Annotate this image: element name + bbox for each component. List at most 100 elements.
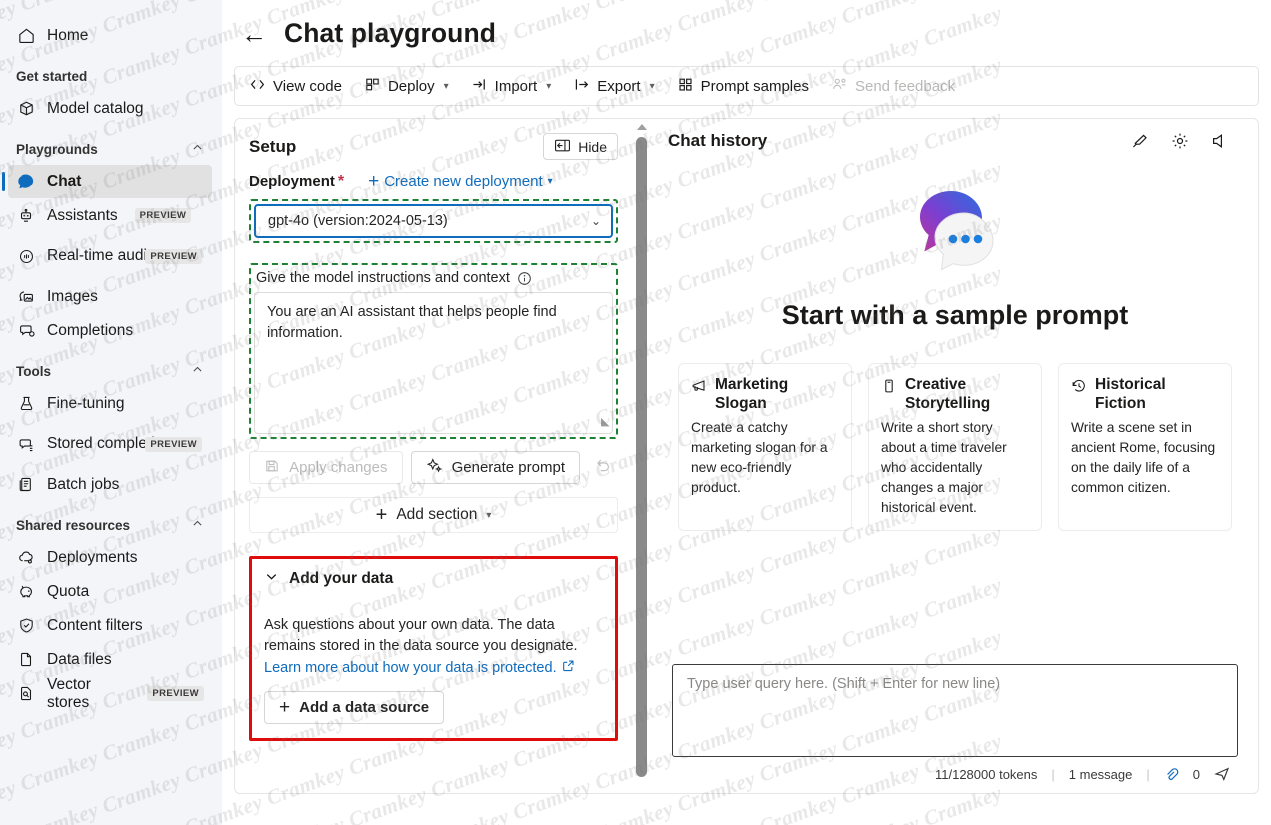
sidebar-group-shared-resources[interactable]: Shared resources (0, 510, 222, 540)
required-marker: * (338, 173, 344, 191)
megaphone-icon (691, 378, 707, 399)
import-button[interactable]: Import ▾ (461, 70, 562, 102)
export-button[interactable]: Export ▾ (563, 70, 664, 102)
cmd-label: Import (495, 78, 538, 95)
deployment-row: Deployment * + Create new deployment ▾ (249, 172, 618, 191)
sidebar-item-completions[interactable]: Completions (8, 314, 212, 347)
sidebar-item-images[interactable]: Images (8, 280, 212, 313)
sidebar-item-label: Quota (47, 583, 89, 600)
scroll-up-arrow-icon[interactable] (637, 124, 647, 130)
sample-prompt-cards: Marketing Slogan Create a catchy marketi… (668, 363, 1242, 531)
sample-prompt-card[interactable]: Historical Fiction Write a scene set in … (1058, 363, 1232, 531)
sidebar-item-data-files[interactable]: Data files (8, 643, 212, 676)
setup-panel: Setup Hide Deployment * + (234, 118, 632, 794)
chat-header-actions (1130, 131, 1242, 151)
view-code-button[interactable]: View code (239, 70, 352, 102)
resize-handle-icon[interactable]: ◢ (601, 415, 609, 431)
chat-input[interactable]: Type user query here. (Shift + Enter for… (672, 664, 1238, 757)
undo-button[interactable] (588, 453, 618, 483)
sidebar-item-label: Chat (47, 173, 81, 190)
generate-prompt-button[interactable]: Generate prompt (411, 451, 580, 484)
add-data-source-button[interactable]: + Add a data source (264, 691, 444, 724)
chat-logo (895, 179, 1015, 284)
gear-icon[interactable] (1170, 131, 1190, 151)
separator: | (1051, 767, 1054, 782)
sidebar-item-content-filters[interactable]: Content filters (8, 609, 212, 642)
info-icon[interactable] (517, 271, 532, 286)
sidebar-group-tools[interactable]: Tools (0, 356, 222, 386)
preview-badge: PREVIEW (135, 208, 192, 223)
page-header: ← Chat playground (222, 0, 1271, 49)
add-your-data-header[interactable]: Add your data (264, 569, 603, 589)
sidebar-item-assistants[interactable]: Assistants PREVIEW (8, 199, 212, 232)
clear-chat-icon[interactable] (1130, 131, 1150, 151)
sidebar-item-deployments[interactable]: Deployments (8, 541, 212, 574)
card-header: Marketing Slogan (691, 375, 839, 414)
prompt-samples-button[interactable]: Prompt samples (667, 70, 819, 102)
sidebar-group-title: Tools (16, 364, 51, 379)
learn-more-link[interactable]: Learn more about how your data is protec… (264, 658, 575, 679)
chat-history-title: Chat history (668, 131, 767, 151)
sidebar: Home Get started Model catalog Playgroun… (0, 0, 222, 825)
send-icon[interactable] (1214, 766, 1230, 782)
sidebar-group-playgrounds[interactable]: Playgrounds (0, 134, 222, 164)
panel-collapse-icon (554, 138, 571, 156)
sample-prompt-card[interactable]: Marketing Slogan Create a catchy marketi… (678, 363, 852, 531)
description-text: Ask questions about your own data. The d… (264, 617, 578, 654)
sparkle-icon (426, 457, 443, 478)
attach-icon[interactable] (1164, 767, 1179, 782)
sidebar-item-fine-tuning[interactable]: Fine-tuning (8, 387, 212, 420)
sidebar-item-stored-completions[interactable]: Stored completions PREVIEW (8, 421, 212, 467)
create-new-deployment-link[interactable]: + Create new deployment ▾ (368, 172, 553, 191)
image-bubble-icon (16, 287, 36, 307)
chat-panel: Chat history (652, 118, 1259, 794)
send-feedback-button[interactable]: Send feedback (821, 70, 965, 102)
add-section-button[interactable]: + Add section ▾ (249, 497, 618, 533)
sidebar-item-real-time-audio[interactable]: Real-time audio PREVIEW (8, 233, 212, 279)
sidebar-item-label: Assistants (47, 207, 118, 224)
setup-panel-scrollbar[interactable] (632, 118, 652, 794)
speaker-icon[interactable] (1210, 131, 1230, 151)
sidebar-item-chat[interactable]: Chat (8, 165, 212, 198)
hide-panel-button[interactable]: Hide (543, 133, 618, 160)
cloud-icon (16, 548, 36, 568)
deployment-highlight-box: gpt-4o (version:2024-05-13) ⌄ (249, 199, 618, 243)
deployment-selected-value: gpt-4o (version:2024-05-13) (268, 213, 448, 229)
sidebar-item-quota[interactable]: Quota (8, 575, 212, 608)
chevron-down-icon: ▾ (486, 510, 491, 521)
apply-changes-button[interactable]: Apply changes (249, 451, 403, 484)
chevron-down-icon (264, 569, 279, 589)
audio-wave-icon (16, 246, 36, 266)
deploy-icon (364, 76, 381, 97)
sidebar-item-model-catalog[interactable]: Model catalog (8, 92, 212, 125)
piggy-bank-icon (16, 582, 36, 602)
sidebar-item-label: Fine-tuning (47, 395, 125, 412)
sample-prompt-card[interactable]: Creative Storytelling Write a short stor… (868, 363, 1042, 531)
system-message-textarea[interactable]: You are an AI assistant that helps peopl… (254, 292, 613, 434)
scrollbar-thumb[interactable] (636, 137, 647, 777)
back-button[interactable]: ← (240, 21, 268, 47)
plus-icon: + (368, 172, 379, 191)
card-title: Historical Fiction (1095, 375, 1219, 414)
sidebar-item-label: Model catalog (47, 100, 144, 117)
card-title: Marketing Slogan (715, 375, 839, 414)
sidebar-item-label: Images (47, 288, 98, 305)
setup-title: Setup (249, 137, 296, 157)
sidebar-item-home[interactable]: Home (8, 19, 212, 52)
sidebar-group-title: Get started (16, 69, 87, 84)
mic-count: 0 (1193, 767, 1200, 782)
sidebar-item-vector-stores[interactable]: Vector stores PREVIEW (8, 677, 212, 710)
cmd-label: Deploy (388, 78, 435, 95)
plus-icon: + (279, 698, 290, 717)
sidebar-item-label: Home (47, 27, 88, 44)
sidebar-item-batch-jobs[interactable]: Batch jobs (8, 468, 212, 501)
deploy-button[interactable]: Deploy ▾ (354, 70, 459, 102)
cmd-label: Send feedback (855, 78, 955, 95)
book-icon (881, 378, 897, 399)
chevron-up-icon (191, 363, 204, 379)
add-section-label: Add section (396, 506, 477, 524)
add-your-data-card: Add your data Ask questions about your o… (249, 556, 618, 741)
deployment-select[interactable]: gpt-4o (version:2024-05-13) ⌄ (254, 204, 613, 238)
chat-header: Chat history (668, 131, 1242, 151)
chevron-down-icon: ▾ (444, 81, 449, 92)
